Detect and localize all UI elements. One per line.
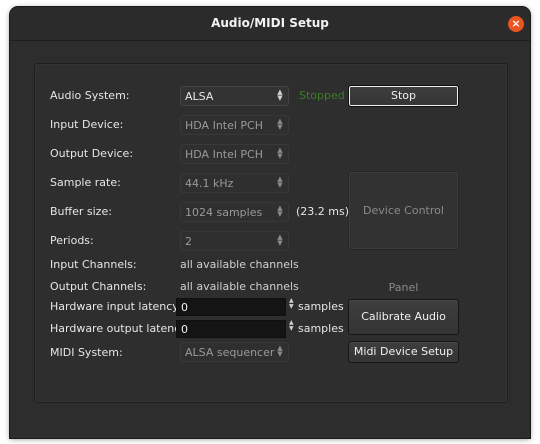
input-device-label: Input Device:: [50, 118, 124, 131]
output-channels-label: Output Channels:: [50, 280, 147, 293]
hw-input-latency-unit: samples: [298, 300, 344, 313]
sample-rate-select[interactable]: 44.1 kHz ▲ ▼: [180, 173, 289, 193]
output-channels-value[interactable]: all available channels: [180, 280, 299, 293]
window-title: Audio/MIDI Setup: [211, 16, 329, 30]
buffer-size-label: Buffer size:: [50, 205, 112, 218]
output-device-value: HDA Intel PCH: [185, 148, 264, 161]
audio-system-label: Audio System:: [50, 89, 130, 102]
hw-output-latency-value: 0: [181, 323, 188, 336]
engine-status: Stopped: [299, 89, 345, 102]
periods-label: Periods:: [50, 234, 94, 247]
midi-system-select[interactable]: ALSA sequencer ▲ ▼: [180, 342, 289, 362]
updown-arrows-icon: ▲ ▼: [277, 204, 283, 218]
spin-arrows-icon[interactable]: ▲ ▼: [289, 320, 295, 332]
spin-arrows-icon[interactable]: ▲ ▼: [289, 298, 295, 310]
hw-input-latency-field[interactable]: 0: [176, 298, 286, 316]
audio-system-select[interactable]: ALSA ▲ ▼: [180, 86, 289, 106]
audio-system-value: ALSA: [185, 90, 214, 103]
buffer-size-select[interactable]: 1024 samples ▲ ▼: [180, 202, 289, 222]
calibrate-audio-button[interactable]: Calibrate Audio: [348, 299, 459, 335]
hw-input-latency-label: Hardware input latency:: [50, 300, 182, 313]
periods-select[interactable]: 2 ▲ ▼: [180, 231, 289, 251]
hw-output-latency-field[interactable]: 0: [176, 320, 286, 338]
output-device-select[interactable]: HDA Intel PCH ▲ ▼: [180, 144, 289, 164]
close-icon[interactable]: ×: [508, 16, 524, 32]
input-channels-label: Input Channels:: [50, 258, 137, 271]
device-control-panel-button[interactable]: Device Control Panel: [348, 171, 459, 294]
output-device-label: Output Device:: [50, 147, 134, 160]
updown-arrows-icon: ▲ ▼: [277, 146, 283, 160]
buffer-size-value: 1024 samples: [185, 206, 263, 219]
audio-midi-setup-window: Audio/MIDI Setup × Audio System: ALSA ▲ ▼…: [10, 7, 530, 438]
midi-system-label: MIDI System:: [50, 346, 123, 359]
input-channels-value[interactable]: all available channels: [180, 258, 299, 271]
updown-arrows-icon: ▲ ▼: [277, 117, 283, 131]
input-device-select[interactable]: HDA Intel PCH ▲ ▼: [180, 115, 289, 135]
updown-arrows-icon: ▲ ▼: [277, 344, 283, 358]
periods-value: 2: [185, 235, 192, 248]
buffer-latency: (23.2 ms): [296, 205, 350, 218]
sample-rate-value: 44.1 kHz: [185, 177, 234, 190]
updown-arrows-icon: ▲ ▼: [277, 233, 283, 247]
midi-device-setup-button[interactable]: Midi Device Setup: [348, 341, 459, 363]
midi-system-value: ALSA sequencer: [185, 346, 275, 359]
updown-arrows-icon: ▲ ▼: [277, 175, 283, 189]
hw-output-latency-label: Hardware output latency:: [50, 322, 190, 335]
title-bar[interactable]: Audio/MIDI Setup ×: [10, 7, 530, 41]
settings-frame: Audio System: ALSA ▲ ▼ Stopped Stop Input…: [34, 63, 508, 403]
updown-arrows-icon: ▲ ▼: [277, 88, 283, 102]
hw-output-latency-unit: samples: [298, 322, 344, 335]
stop-button[interactable]: Stop: [348, 85, 459, 107]
sample-rate-label: Sample rate:: [50, 176, 121, 189]
hw-input-latency-value: 0: [181, 301, 188, 314]
input-device-value: HDA Intel PCH: [185, 119, 264, 132]
